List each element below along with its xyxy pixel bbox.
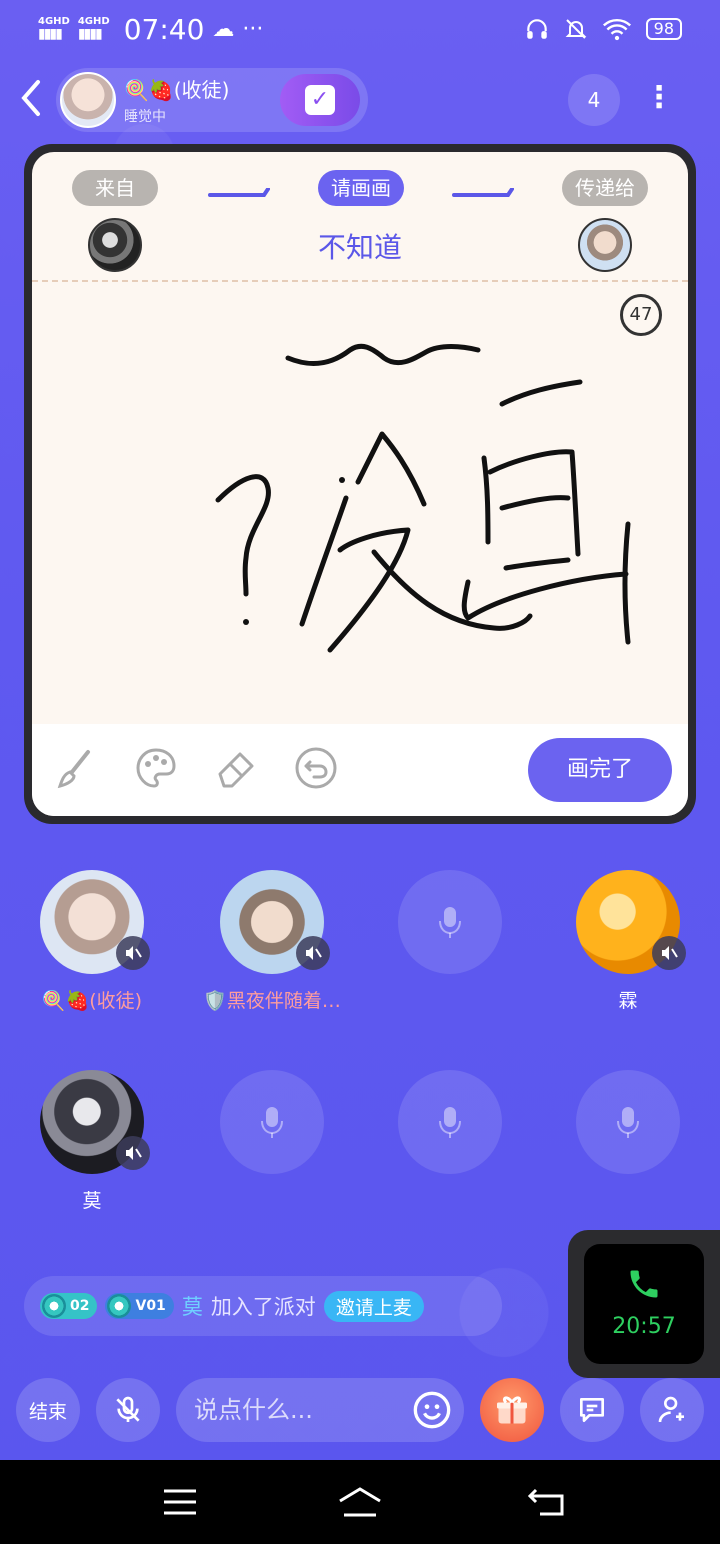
bottom-bar: 结束 说点什么... [0,1378,720,1444]
mic-seat-4[interactable]: 霖 [576,870,686,1012]
arrow-right-icon [208,188,270,197]
drawing-card: 来自 请画画 传递给 不知道 47 画完了 [24,144,696,824]
mic-muted-icon [116,1136,150,1170]
seat-name: 霖 [618,990,638,1012]
back-button[interactable] [18,78,48,122]
empty-seat[interactable] [398,870,502,974]
join-notice: 02 V01 莫 加入了派对 邀请上麦 [24,1276,502,1336]
microphone-icon [617,1107,639,1138]
gift-button[interactable] [480,1378,544,1442]
brush-tool-button[interactable] [54,746,98,790]
notice-text: 加入了派对 [210,1295,316,1319]
brush-icon [57,750,90,789]
checkin-button[interactable]: ✓ [280,74,360,126]
seat-name: 🛡️黑夜伴随着… [203,990,341,1012]
emoji-icon[interactable] [412,1390,452,1430]
call-floating-window[interactable]: 20:57 [568,1230,720,1378]
mic-seat-8[interactable] [576,1070,680,1174]
mic-muted-icon [296,936,330,970]
mic-seat-3[interactable] [398,870,502,974]
home-icon [339,1487,381,1517]
call-duration: 20:57 [612,1314,676,1339]
room-info[interactable]: 🍭🍓(收徒) 睡觉中 ✓ [56,68,368,132]
add-user-icon [658,1396,684,1423]
battery-indicator: 98 [645,18,682,40]
seat-avatar[interactable] [220,870,330,974]
online-count[interactable]: 4 [568,74,620,126]
back-nav-button[interactable] [518,1482,578,1522]
invite-user-button[interactable] [640,1378,704,1442]
room-name: 🍭🍓(收徒) [124,78,230,102]
seat-name: 🍭🍓(收徒) [41,990,143,1012]
microphone-icon [439,907,461,938]
wechat-icon: ☁ [212,16,235,42]
signal-icon-2: 4GHD ▮▮▮▮ [77,16,110,42]
microphone-icon [261,1107,283,1138]
microphone-off-icon [116,1396,140,1422]
mic-seat-2[interactable]: 🛡️黑夜伴随着… [203,870,341,1012]
arrow-right-icon-2 [452,188,514,197]
seat-name: 莫 [82,1190,102,1212]
mic-seat-7[interactable] [398,1070,502,1174]
chevron-left-icon [21,80,40,116]
invite-to-mic-button[interactable]: 邀请上麦 [323,1290,424,1322]
wifi-icon [602,18,631,41]
from-label: 来自 [72,170,158,206]
seat-avatar[interactable] [576,870,686,974]
draw-label: 请画画 [318,170,404,206]
empty-seat[interactable] [220,1070,324,1174]
empty-seat[interactable] [576,1070,680,1174]
to-label: 传递给 [562,170,648,206]
eraser-tool-button[interactable] [214,746,258,790]
countdown-timer: 47 [620,294,662,336]
palette-tool-button[interactable] [134,746,178,790]
headphones-icon [526,19,547,39]
end-button[interactable]: 结束 [16,1378,80,1442]
more-dots-icon: ··· [242,16,264,42]
room-header: 🍭🍓(收徒) 睡觉中 ✓ 4 ⋮ [0,68,720,132]
mic-seat-1[interactable]: 🍭🍓(收徒) [40,870,150,1012]
eraser-icon [218,752,254,788]
room-avatar[interactable] [60,72,116,128]
menu-nav-button[interactable] [150,1482,210,1522]
signal-icon: 4GHD ▮▮▮▮ [38,16,70,42]
gift-icon [497,1396,527,1424]
seat-avatar[interactable] [40,870,150,974]
chat-input[interactable]: 说点什么... [176,1378,464,1442]
drawing-canvas[interactable] [32,282,688,724]
vip-badge: V01 [105,1293,174,1319]
bell-off-icon [565,19,587,39]
checkmark-icon: ✓ [305,85,335,115]
drawing-toolbar: 画完了 [32,724,688,816]
home-nav-button[interactable] [330,1482,390,1522]
mic-toggle-button[interactable] [96,1378,160,1442]
finish-drawing-button[interactable]: 画完了 [528,738,672,802]
status-bar: 4GHD ▮▮▮▮ 4GHD ▮▮▮▮ 07:40 ☁ ··· 98 [0,0,720,58]
mic-seat-5[interactable]: 莫 [40,1070,150,1212]
system-nav-bar [0,1460,720,1544]
back-arrow-icon [528,1488,564,1516]
messages-button[interactable] [560,1378,624,1442]
mic-seat-6[interactable] [220,1070,324,1174]
to-avatar[interactable] [578,218,632,272]
undo-icon [295,747,337,789]
undo-button[interactable] [294,746,338,790]
menu-icon [164,1489,196,1515]
status-time: 07:40 [123,12,205,46]
chat-input-placeholder: 说点什么... [194,1396,313,1424]
room-status: 睡觉中 [124,109,166,125]
level-badge: 02 [40,1293,98,1319]
phone-icon [630,1270,658,1298]
seat-avatar[interactable] [40,1070,150,1174]
microphone-icon [439,1107,461,1138]
chat-bubble-icon [580,1398,604,1422]
empty-seat[interactable] [398,1070,502,1174]
mic-muted-icon [652,936,686,970]
mic-muted-icon [116,936,150,970]
notice-user[interactable]: 莫 [182,1291,203,1321]
more-menu-button[interactable]: ⋮ [644,74,674,126]
palette-icon [136,748,176,788]
